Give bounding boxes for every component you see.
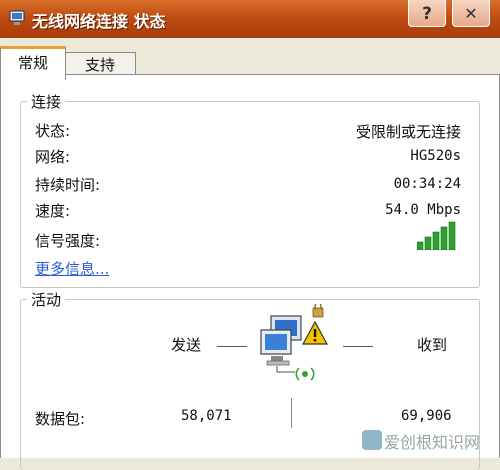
duration-label: 持续时间: [35,176,101,194]
help-glyph: ? [422,4,432,24]
network-label: 网络: [35,148,71,166]
packets-received-value: 69,906 [401,408,452,424]
signal-bar [424,236,432,250]
connection-legend: 连接 [27,91,66,112]
signal-bar [440,226,448,250]
network-value: HG520s [410,148,461,164]
close-button[interactable]: ✕ [452,0,490,27]
tab-panel-general: 连接 状态: 受限制或无连接 网络: HG520s 持续时间: 00:34:24… [0,74,500,470]
window-title: 无线网络连接 状态 [32,12,166,31]
close-glyph: ✕ [464,4,477,23]
speed-value: 54.0 Mbps [385,202,461,218]
speed-label: 速度: [35,202,71,220]
signal-bar [432,231,440,250]
status-value: 受限制或无连接 [355,123,461,141]
tab-strip: 常规 支持 [0,42,500,80]
packets-sent-value: 58,071 [181,408,232,424]
received-label: 收到 [417,336,448,354]
signal-strength-icon [417,221,456,250]
received-dash [343,346,373,347]
duration-value: 00:34:24 [393,176,461,192]
close-icon: ✕ [464,4,477,23]
watermark-text: 爱创根知识网 [384,433,481,452]
sent-dash [217,346,247,347]
network-warning-icon [260,304,329,381]
more-info-link[interactable]: 更多信息... [35,258,109,279]
packets-label: 数据包: [35,410,86,428]
title-bar[interactable]: 无线网络连接 状态 ? ✕ [0,0,500,38]
site-watermark: 爱创根知识网 [362,428,494,452]
packets-separator [291,398,292,428]
status-label: 状态: [35,122,71,140]
connection-group: 连接 状态: 受限制或无连接 网络: HG520s 持续时间: 00:34:24… [20,91,480,288]
activity-legend: 活动 [27,289,66,310]
signal-bar [417,241,424,250]
signal-bar [448,221,456,250]
help-icon: ? [422,4,432,24]
signal-label: 信号强度: [35,232,101,250]
sent-label: 发送 [171,336,202,354]
wireless-network-icon [9,10,25,25]
help-button[interactable]: ? [408,0,446,27]
watermark-logo-icon [362,430,382,450]
tab-general[interactable]: 常规 [0,46,66,80]
